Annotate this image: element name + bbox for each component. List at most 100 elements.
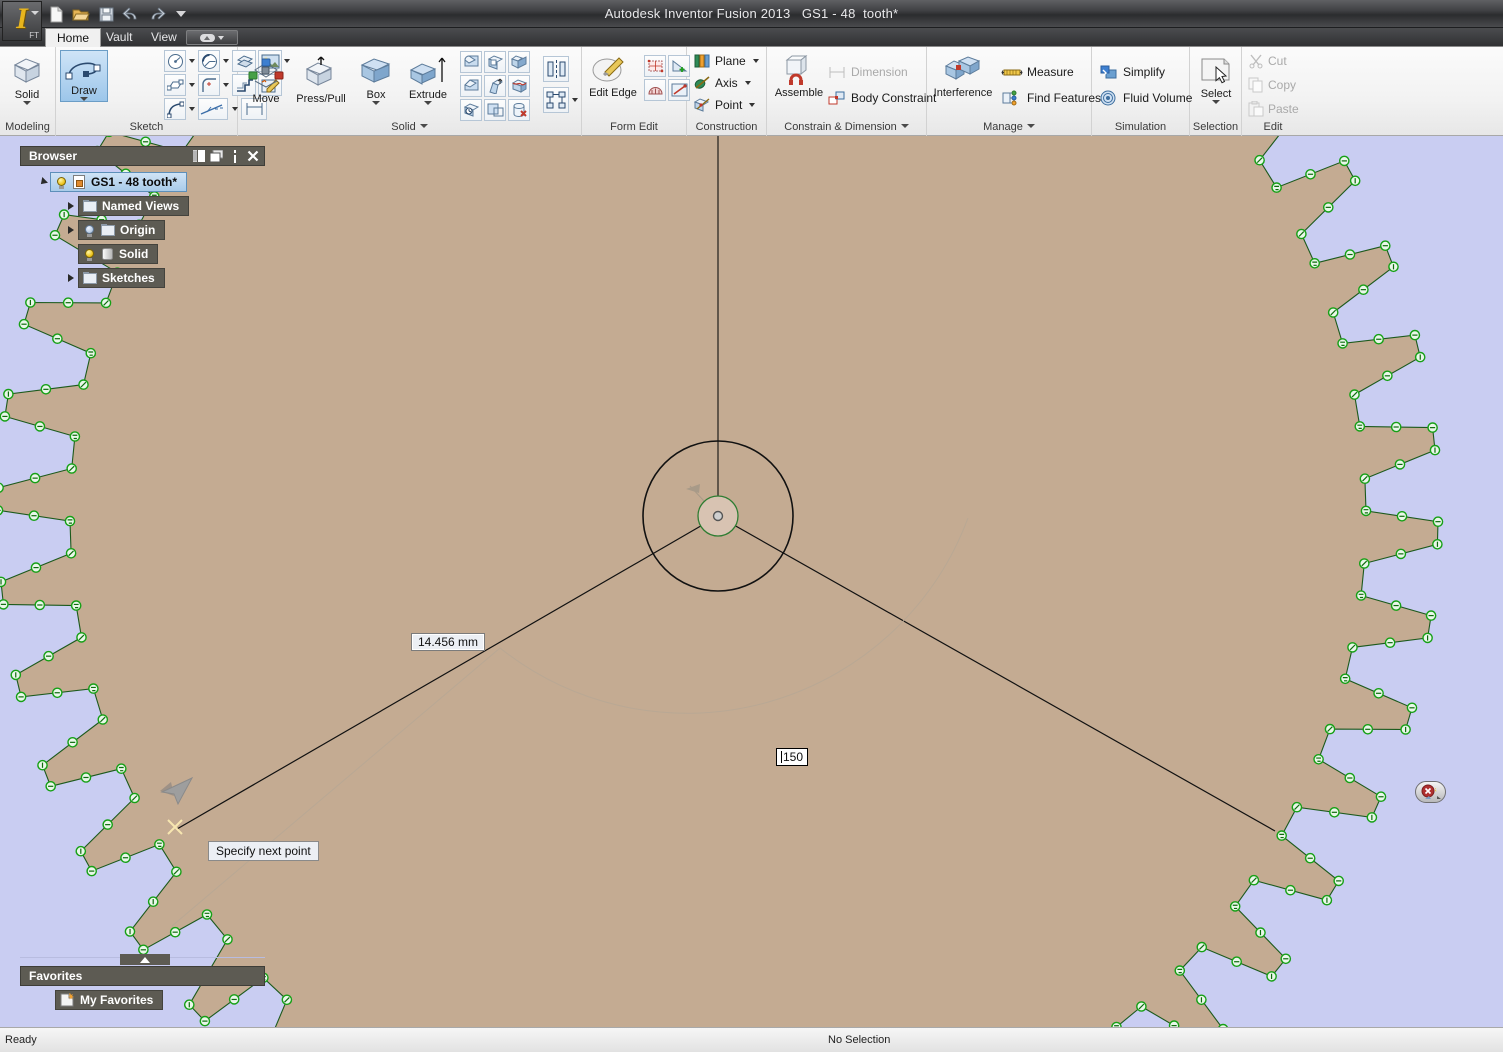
browser-splitter[interactable]	[20, 954, 265, 965]
sketch-constraint-point[interactable]	[116, 763, 127, 775]
fluid-volume-item[interactable]: Fluid Volume	[1097, 87, 1194, 109]
sketch-constraint-point[interactable]	[100, 297, 112, 309]
sketch-constraint-point[interactable]	[1174, 965, 1186, 976]
edit-form-icon-button[interactable]	[644, 55, 666, 77]
sketch-constraint-point[interactable]	[1276, 830, 1287, 841]
sketch-constraint-point[interactable]	[0, 482, 4, 493]
combine-icon-button[interactable]	[508, 51, 530, 73]
application-menu-button[interactable]: I FT	[2, 1, 42, 41]
interference-button[interactable]: Interference	[929, 51, 997, 99]
sketch-constraint-point[interactable]	[1337, 338, 1348, 349]
sketch-constraint-point[interactable]	[67, 737, 78, 748]
sketch-constraint-point[interactable]	[154, 839, 165, 850]
sketch-constraint-point[interactable]	[1394, 459, 1406, 470]
sketch-constraint-point[interactable]	[1324, 723, 1336, 735]
sketch-constraint-point[interactable]	[75, 845, 87, 857]
sketch-constraint-point[interactable]	[1380, 240, 1391, 251]
sketch-constraint-point[interactable]	[97, 714, 109, 725]
sketch-constraint-point[interactable]	[1344, 249, 1356, 260]
sketch-constraint-point[interactable]	[34, 421, 46, 432]
sketch-constraint-point[interactable]	[1390, 600, 1402, 611]
sketch-constraint-point[interactable]	[1349, 389, 1360, 400]
new-document-button[interactable]	[45, 3, 67, 25]
sketch-constraint-point[interactable]	[147, 896, 159, 908]
sketch-constraint-point[interactable]	[15, 691, 27, 703]
sketch-constraint-point[interactable]	[85, 347, 97, 359]
sketch-constraint-point[interactable]	[1373, 333, 1384, 345]
length-dimension-label[interactable]: 14.456 mm	[411, 633, 486, 651]
sketch-constraint-point[interactable]	[120, 852, 131, 864]
sketch-constraint-point[interactable]	[1422, 632, 1433, 644]
chamfer-icon-button[interactable]	[460, 75, 482, 97]
open-document-button[interactable]	[70, 3, 92, 25]
sketch-constraint-point[interactable]	[1414, 351, 1426, 363]
pattern-icon-button[interactable]	[543, 87, 569, 113]
visibility-bulb-icon[interactable]	[83, 248, 96, 261]
sketch-constraint-point[interactable]	[1323, 202, 1334, 213]
draw-button[interactable]: Draw	[60, 50, 108, 102]
sketch-constraint-point[interactable]	[1327, 307, 1339, 318]
sketch-constraint-point[interactable]	[1362, 724, 1374, 735]
sketch-constraint-point[interactable]	[64, 515, 76, 527]
sketch-constraint-point[interactable]	[1373, 688, 1384, 699]
sketch-constraint-point[interactable]	[1409, 329, 1421, 341]
sketch-constraint-point[interactable]	[1347, 642, 1358, 653]
sketch-constraint-point[interactable]	[1305, 169, 1316, 180]
sketch-constraint-point[interactable]	[1349, 175, 1361, 187]
sketch-constraint-point[interactable]	[80, 772, 92, 783]
sketch-arc-dropdown[interactable]	[221, 50, 230, 72]
sketch-constraint-point[interactable]	[40, 383, 52, 395]
sketch-constraint-point[interactable]	[1400, 724, 1411, 735]
sketch-constraint-point[interactable]	[70, 600, 82, 611]
sketch-constraint-point[interactable]	[1266, 971, 1277, 982]
sketch-constraint-point[interactable]	[1254, 154, 1265, 166]
sketch-constraint-point[interactable]	[1382, 370, 1393, 382]
sketch-constraint-point[interactable]	[3, 388, 14, 400]
sketch-constraint-point[interactable]	[1425, 610, 1437, 621]
sketch-constraint-point[interactable]	[18, 318, 30, 330]
workspace-switch-button[interactable]	[186, 30, 238, 45]
tree-item-named-views[interactable]: Named Views	[78, 196, 190, 216]
sketch-arc-icon-button[interactable]	[198, 50, 220, 72]
assemble-button[interactable]: Assemble	[771, 51, 827, 99]
sketch-constraint-point[interactable]	[102, 819, 113, 830]
sketch-constraint-point[interactable]	[25, 297, 36, 308]
sketch-constraint-point[interactable]	[78, 379, 89, 390]
tab-home[interactable]: Home	[45, 28, 102, 47]
sketch-constraint-point[interactable]	[222, 934, 233, 945]
sketch-constraint-point[interactable]	[1344, 772, 1356, 784]
notification-badge-widget[interactable]	[1415, 781, 1446, 803]
sketch-constraint-point[interactable]	[1355, 590, 1367, 601]
measure-item[interactable]: Measure	[999, 61, 1076, 83]
copy-item[interactable]: Copy	[1246, 74, 1298, 96]
dimension-item[interactable]: Dimension	[825, 61, 910, 83]
sketch-constraint-point[interactable]	[45, 781, 57, 792]
tab-vault[interactable]: Vault	[95, 28, 143, 47]
sketch-constraint-point[interactable]	[62, 297, 74, 308]
sketch-constraint-point[interactable]	[28, 510, 40, 522]
tree-item-document[interactable]: GS1 - 48 tooth*	[50, 172, 188, 192]
redo-button[interactable]	[145, 3, 167, 25]
sketch-constraint-point[interactable]	[1390, 421, 1402, 433]
sketch-constraint-point[interactable]	[1313, 754, 1324, 765]
sketch-spline-dropdown[interactable]	[187, 98, 196, 120]
center-point[interactable]	[712, 510, 724, 522]
sketch-constraint-point[interactable]	[34, 599, 46, 611]
sketch-constraint-point[interactable]	[228, 994, 240, 1005]
sketch-constraint-point[interactable]	[1196, 994, 1207, 1006]
sketch-constraint-point[interactable]	[1304, 852, 1316, 864]
more-options-icon[interactable]	[227, 149, 242, 164]
simplify-item[interactable]: Simplify	[1097, 61, 1167, 83]
sketch-constraint-point[interactable]	[1196, 941, 1208, 953]
sketch-constraint-point[interactable]	[0, 599, 9, 610]
sketch-constraint-point[interactable]	[1291, 801, 1303, 813]
list-view-icon[interactable]	[191, 149, 206, 164]
sketch-constraint-point[interactable]	[1229, 901, 1241, 912]
paste-item[interactable]: Paste	[1246, 98, 1301, 120]
bridge-icon-button[interactable]	[644, 79, 666, 101]
sketch-constraint-point[interactable]	[52, 687, 63, 699]
sketch-constraint-point[interactable]	[52, 333, 63, 344]
sketch-constraint-point[interactable]	[171, 866, 182, 878]
sketch-constraint-point[interactable]	[1309, 258, 1320, 269]
save-document-button[interactable]	[95, 3, 117, 25]
